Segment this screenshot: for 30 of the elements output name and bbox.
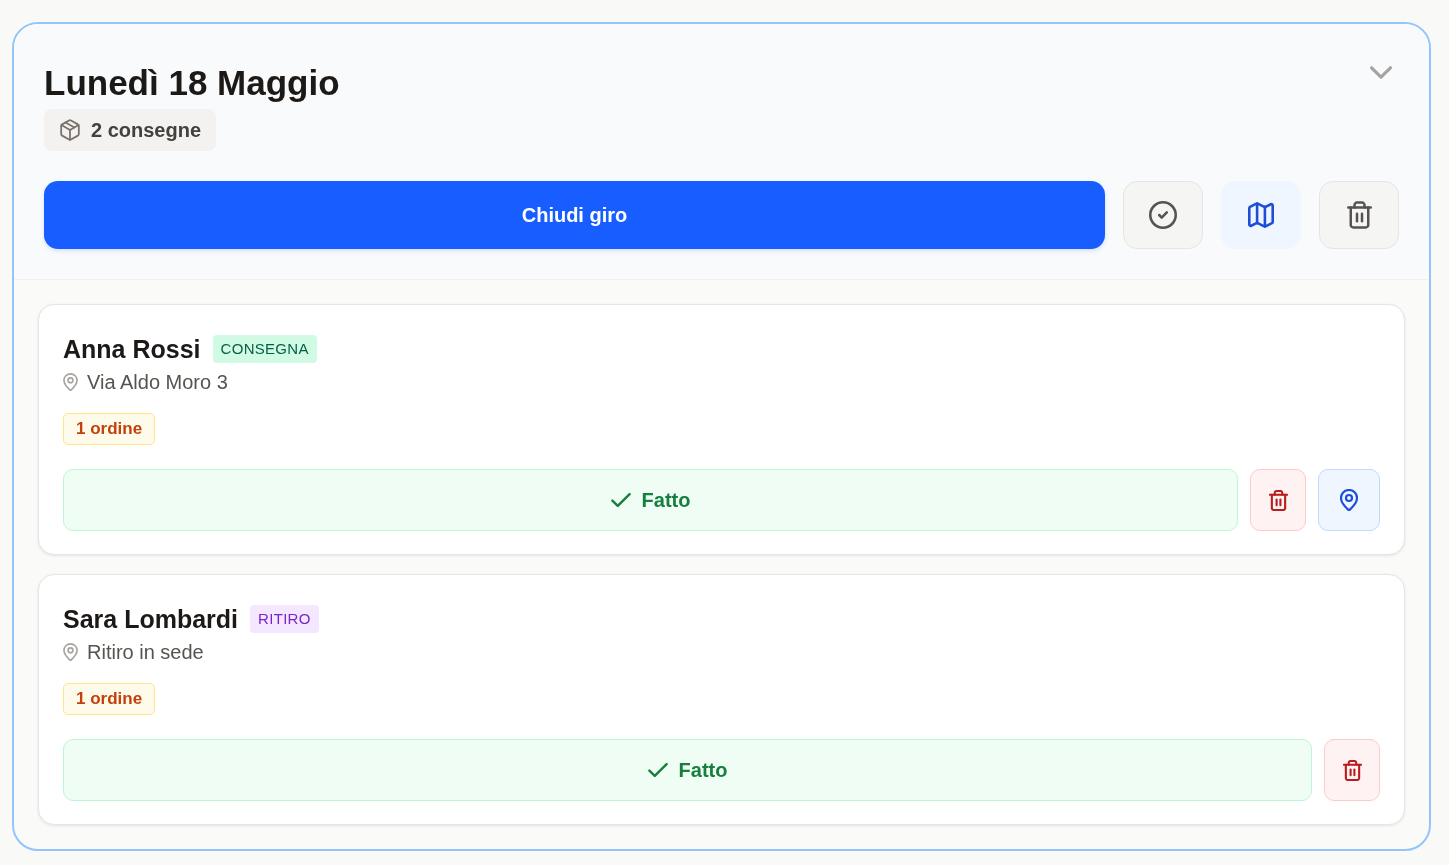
map-pin-icon (63, 373, 78, 391)
check-circle-icon (1149, 201, 1177, 229)
address: Via Aldo Moro 3 (87, 370, 228, 395)
delivery-count: 2 consegne (91, 118, 202, 142)
navigate-button[interactable] (1318, 469, 1380, 531)
customer-name: Anna Rossi (63, 334, 201, 364)
package-icon (60, 119, 80, 141)
map-pin-icon (1340, 489, 1358, 511)
done-button[interactable]: Fatto (63, 739, 1312, 801)
close-tour-button[interactable]: Chiudi giro (44, 181, 1105, 249)
map-pin-icon (63, 643, 78, 661)
delete-stop-button[interactable] (1250, 469, 1306, 531)
map-icon (1248, 202, 1274, 228)
delete-stop-button[interactable] (1324, 739, 1380, 801)
check-icon (647, 763, 668, 777)
customer-name: Sara Lombardi (63, 604, 239, 634)
stop-type-tag: CONSEGNA (212, 335, 317, 363)
order-count-tag: 1 ordine (63, 413, 156, 445)
delete-button[interactable] (1319, 181, 1399, 249)
map-button[interactable] (1221, 181, 1301, 249)
check-icon (610, 493, 631, 507)
address: Ritiro in sede (87, 640, 204, 665)
complete-button[interactable] (1123, 181, 1203, 249)
day-title: Lunedì 18 Maggio (44, 62, 340, 104)
trash-icon (1346, 201, 1372, 229)
trash-icon (1268, 489, 1288, 511)
stop-type-tag: RITIRO (250, 605, 319, 633)
trash-icon (1342, 759, 1362, 781)
order-count-tag: 1 ordine (63, 683, 156, 715)
done-button[interactable]: Fatto (63, 469, 1238, 531)
